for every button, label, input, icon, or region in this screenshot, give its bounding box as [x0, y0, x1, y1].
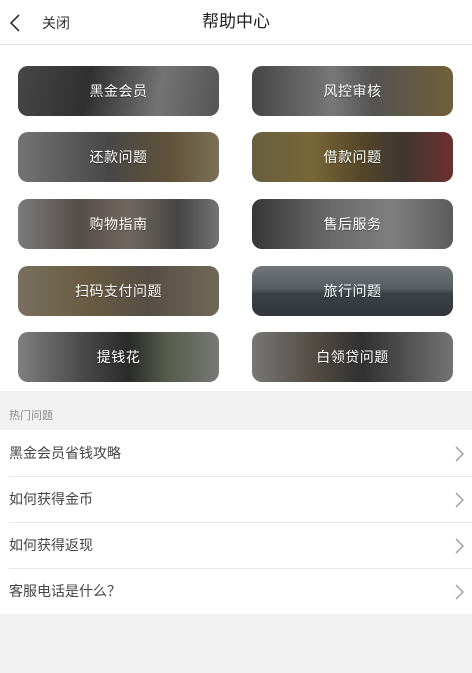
hot-question-text: 黑金会员省钱攻略 [9, 446, 121, 462]
category-tile-white-collar-loan[interactable]: 白领贷问题 [252, 332, 453, 382]
category-tile-repayment[interactable]: 还款问题 [18, 132, 219, 182]
category-label: 购物指南 [89, 217, 148, 233]
category-tile-risk-review[interactable]: 风控审核 [252, 66, 453, 116]
category-label: 风控审核 [323, 84, 382, 100]
category-tile-cash-out[interactable]: 提钱花 [18, 332, 219, 382]
hot-questions-list: 黑金会员省钱攻略 如何获得金币 如何获得返现 客服电话是什么？ [0, 430, 472, 614]
category-tile-scan-pay[interactable]: 扫码支付问题 [18, 266, 219, 316]
chevron-right-icon [455, 584, 464, 600]
close-label: 关闭 [42, 15, 70, 32]
category-tile-loan[interactable]: 借款问题 [252, 132, 453, 182]
category-label: 借款问题 [323, 150, 382, 166]
category-label: 提钱花 [96, 350, 141, 366]
hot-question-text: 客服电话是什么？ [9, 584, 121, 600]
category-label: 售后服务 [323, 217, 382, 233]
category-label: 还款问题 [89, 150, 148, 166]
chevron-right-icon [455, 492, 464, 508]
category-label: 扫码支付问题 [75, 284, 162, 300]
hot-question-item[interactable]: 黑金会员省钱攻略 [0, 430, 472, 476]
hot-question-item[interactable]: 如何获得金币 [0, 476, 472, 522]
category-label: 白领贷问题 [316, 350, 389, 366]
category-label: 黑金会员 [89, 84, 148, 100]
category-tile-after-sales[interactable]: 售后服务 [252, 199, 453, 249]
hot-question-text: 如何获得金币 [9, 492, 93, 508]
category-grid: 黑金会员 风控审核 还款问题 借款问题 购物指南 售后服务 扫码支付问题 旅行问… [0, 45, 472, 391]
hot-questions-heading: 热门问题 [9, 409, 53, 422]
chevron-left-icon [9, 13, 20, 32]
category-tile-black-gold-member[interactable]: 黑金会员 [18, 66, 219, 116]
category-tile-shopping-guide[interactable]: 购物指南 [18, 199, 219, 249]
top-bar: 关闭 帮助中心 [0, 0, 472, 45]
page-title: 帮助中心 [202, 12, 270, 32]
chevron-right-icon [455, 538, 464, 554]
close-button[interactable]: 关闭 [0, 0, 70, 45]
hot-question-item[interactable]: 如何获得返现 [0, 522, 472, 568]
hot-question-item[interactable]: 客服电话是什么？ [0, 568, 472, 614]
chevron-right-icon [455, 446, 464, 462]
category-tile-travel[interactable]: 旅行问题 [252, 266, 453, 316]
hot-question-text: 如何获得返现 [9, 538, 93, 554]
category-label: 旅行问题 [323, 284, 382, 300]
